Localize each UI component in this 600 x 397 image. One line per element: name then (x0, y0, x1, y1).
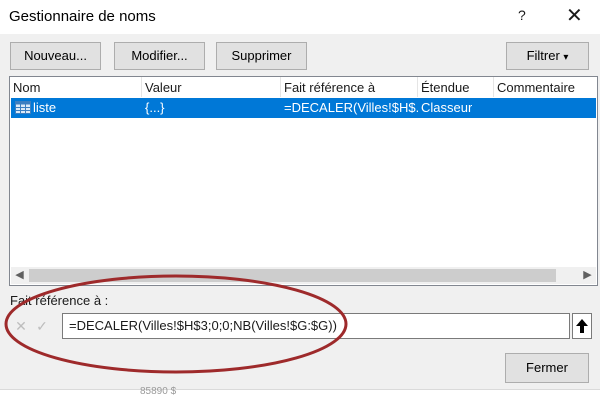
help-button[interactable]: ? (518, 7, 526, 23)
refers-to-input[interactable]: =DECALER(Villes!$H$3;0;0;NB(Villes!$G:$G… (62, 313, 570, 339)
names-list: Nom Valeur Fait référence à Étendue Comm… (9, 76, 598, 286)
row-scope: Classeur (421, 100, 473, 115)
background-sheet (0, 389, 600, 397)
name-manager-dialog: Gestionnaire de noms ? ✕ Nouveau... Modi… (0, 0, 600, 397)
delete-button[interactable]: Supprimer (216, 42, 307, 70)
edit-button[interactable]: Modifier... (114, 42, 205, 70)
cancel-icon[interactable]: ✕ (11, 316, 31, 336)
scroll-left-icon[interactable]: ◀ (11, 267, 28, 284)
scroll-right-icon[interactable]: ▶ (579, 267, 596, 284)
scrollbar-thumb[interactable] (29, 269, 556, 282)
filter-label: Filtrer (526, 48, 560, 63)
column-header-value[interactable]: Valeur (142, 80, 182, 95)
close-dialog-button[interactable]: Fermer (505, 353, 589, 383)
filter-button[interactable]: Filtrer ▾ (506, 42, 589, 70)
table-row[interactable]: liste {...} =DECALER(Villes!$H$... Class… (11, 98, 596, 118)
row-refers-to: =DECALER(Villes!$H$... (284, 100, 418, 115)
table-name-icon (15, 101, 31, 114)
title-bar: Gestionnaire de noms ? ✕ (0, 0, 600, 34)
sheet-gridline (0, 389, 600, 390)
row-name: liste (33, 100, 57, 115)
list-header: Nom Valeur Fait référence à Étendue Comm… (10, 77, 597, 97)
close-window-button[interactable]: ✕ (566, 3, 583, 28)
horizontal-scrollbar[interactable]: ◀ ▶ (11, 267, 596, 284)
chevron-down-icon: ▾ (563, 52, 569, 63)
column-header-scope[interactable]: Étendue (418, 80, 469, 95)
dialog-title: Gestionnaire de noms (9, 8, 156, 25)
row-value: {...} (145, 100, 165, 115)
new-button[interactable]: Nouveau... (10, 42, 101, 70)
background-cell-text: 85890 $ (140, 386, 177, 397)
collapse-dialog-button[interactable] (572, 313, 592, 339)
arrow-up-icon (576, 319, 588, 333)
column-header-comment[interactable]: Commentaire (494, 80, 575, 95)
refers-to-label: Fait référence à : (10, 293, 109, 308)
column-header-refers-to[interactable]: Fait référence à (281, 80, 375, 95)
confirm-icon[interactable]: ✓ (32, 316, 52, 336)
column-header-name[interactable]: Nom (10, 80, 40, 95)
